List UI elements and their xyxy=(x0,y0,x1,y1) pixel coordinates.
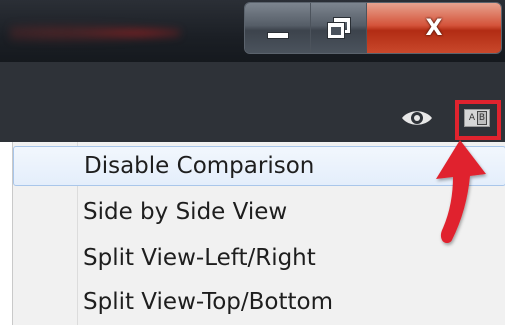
annotation-arrow xyxy=(436,140,486,243)
menu-item-split-top-bottom[interactable]: Split View-Top/Bottom xyxy=(13,282,505,322)
close-icon: X xyxy=(425,15,443,41)
minimize-button[interactable] xyxy=(245,3,311,53)
window-controls: X xyxy=(244,2,502,54)
annotation-highlight-box xyxy=(455,100,501,140)
title-bar: X xyxy=(0,0,505,62)
maximize-button[interactable] xyxy=(311,3,367,53)
minimize-icon xyxy=(266,31,289,39)
window-title-blurred xyxy=(10,22,180,44)
toolbar: A B xyxy=(0,62,505,142)
restore-icon xyxy=(327,18,350,38)
eye-icon[interactable] xyxy=(400,108,434,128)
close-button[interactable]: X xyxy=(367,3,501,53)
